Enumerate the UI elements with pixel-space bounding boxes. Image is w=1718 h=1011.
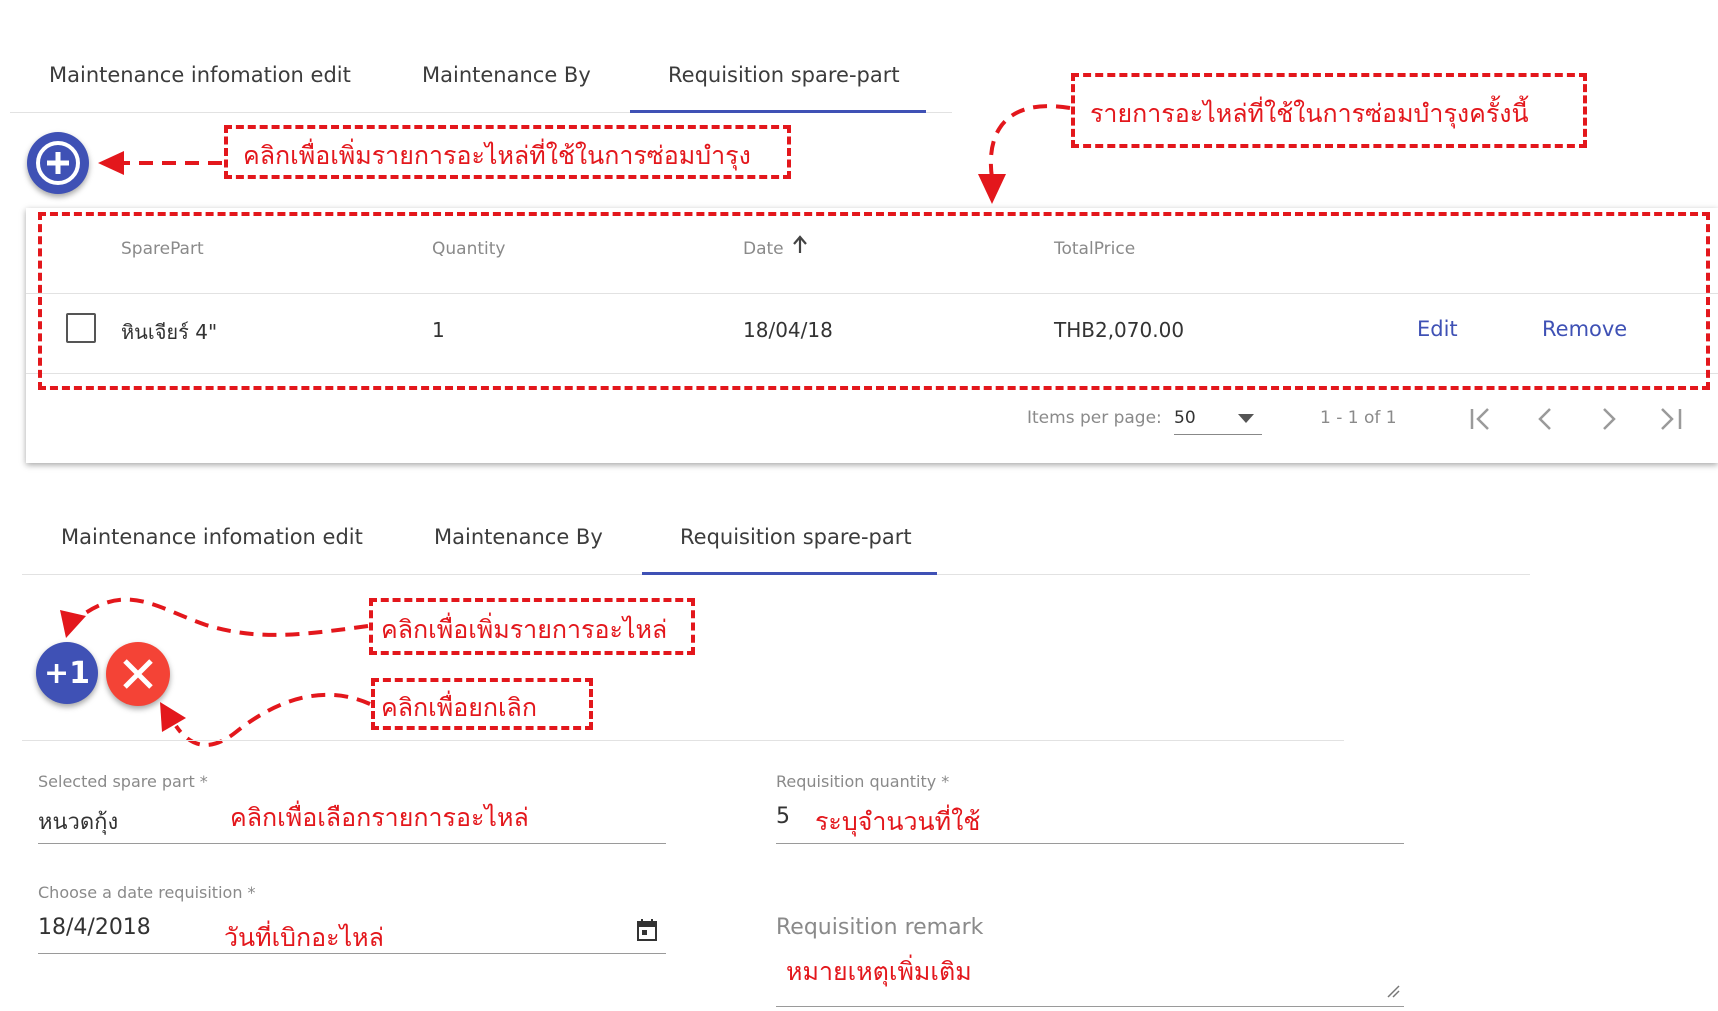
items-per-page-label: Items per page: xyxy=(1027,408,1162,428)
quantity-annotation: ระบุจำนวนที่ใช้ xyxy=(815,807,981,836)
annotation-curved-arrow-add xyxy=(60,597,369,638)
calendar-icon[interactable] xyxy=(636,918,658,942)
annotation-add-one-text: คลิกเพื่อเพิ่มรายการอะไหล่ xyxy=(381,615,668,644)
tab-maintenance-info-edit[interactable]: Maintenance infomation edit xyxy=(49,63,351,87)
active-tab-indicator xyxy=(642,572,937,575)
add-one-label: +1 xyxy=(43,655,90,691)
plus-circle-icon xyxy=(36,141,80,185)
quantity-underline xyxy=(776,843,1404,844)
date-label: Choose a date requisition * xyxy=(38,883,256,902)
tab-requisition-spare-part[interactable]: Requisition spare-part xyxy=(680,525,912,549)
spare-part-label: Selected spare part * xyxy=(38,772,208,791)
tab-maintenance-info-edit[interactable]: Maintenance infomation edit xyxy=(61,525,363,549)
quantity-label: Requisition quantity * xyxy=(776,772,950,791)
annotation-arrow-left xyxy=(98,151,222,175)
active-tab-indicator xyxy=(630,110,926,113)
spare-part-select[interactable]: หนวดกุ้ง xyxy=(38,804,118,839)
remark-textarea[interactable]: Requisition remark xyxy=(776,915,983,940)
close-icon xyxy=(123,659,153,689)
form-divider xyxy=(22,740,1344,741)
first-page-icon[interactable] xyxy=(1466,404,1496,434)
quantity-input[interactable]: 5 xyxy=(776,804,790,829)
annotation-curved-arrow-down xyxy=(978,104,1071,204)
next-page-icon[interactable] xyxy=(1594,404,1624,434)
date-input[interactable]: 18/4/2018 xyxy=(38,915,151,940)
annotation-curved-arrow-cancel xyxy=(160,692,371,747)
tab-requisition-spare-part[interactable]: Requisition spare-part xyxy=(668,63,900,87)
annotation-box-table xyxy=(38,212,1710,390)
tab-maintenance-by[interactable]: Maintenance By xyxy=(434,525,603,549)
resize-handle-icon[interactable] xyxy=(1386,984,1400,998)
tab-maintenance-by[interactable]: Maintenance By xyxy=(422,63,591,87)
add-one-button[interactable]: +1 xyxy=(36,642,98,704)
page-size-value: 50 xyxy=(1174,408,1196,428)
remark-annotation: หมายเหตุเพิ่มเติม xyxy=(786,957,972,986)
previous-page-icon[interactable] xyxy=(1530,404,1560,434)
date-underline xyxy=(38,953,666,954)
spare-part-annotation: คลิกเพื่อเลือกรายการอะไหล่ xyxy=(230,803,529,832)
page-range-label: 1 - 1 of 1 xyxy=(1320,408,1397,428)
chevron-down-icon xyxy=(1238,414,1254,423)
last-page-icon[interactable] xyxy=(1656,404,1686,434)
date-annotation: วันที่เบิกอะไหล่ xyxy=(224,923,384,952)
annotation-list-text: รายการอะไหล่ที่ใช้ในการซ่อมบำรุงครั้งนี้ xyxy=(1090,99,1529,128)
page-size-select[interactable]: 50 xyxy=(1174,404,1262,435)
annotation-add-text: คลิกเพื่อเพิ่มรายการอะไหล่ที่ใช้ในการซ่อ… xyxy=(243,141,751,170)
spare-part-underline xyxy=(38,843,666,844)
annotation-cancel-text: คลิกเพื่อยกเลิก xyxy=(381,693,538,722)
remark-underline xyxy=(776,1006,1404,1007)
add-spare-part-button[interactable] xyxy=(27,132,89,194)
